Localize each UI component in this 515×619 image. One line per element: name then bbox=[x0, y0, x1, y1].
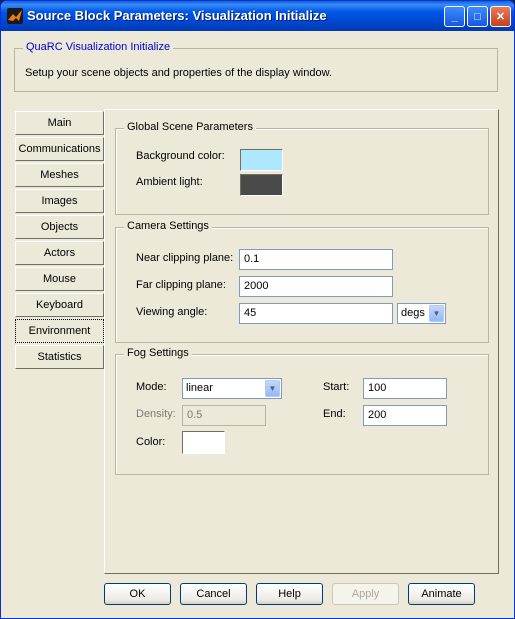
close-button[interactable]: ✕ bbox=[490, 6, 511, 27]
maximize-button[interactable]: □ bbox=[467, 6, 488, 27]
fog-density-label: Density: bbox=[136, 408, 176, 420]
fog-color-label: Color: bbox=[136, 436, 166, 448]
title-bar[interactable]: Source Block Parameters: Visualization I… bbox=[1, 1, 514, 31]
maximize-icon: □ bbox=[474, 10, 481, 23]
fog-end-label: End: bbox=[323, 408, 346, 420]
close-icon: ✕ bbox=[495, 11, 506, 23]
camera-settings-title: Camera Settings bbox=[124, 220, 212, 232]
fog-mode-label: Mode: bbox=[136, 381, 167, 393]
tab-mouse[interactable]: Mouse bbox=[15, 267, 104, 291]
dialog-window: Source Block Parameters: Visualization I… bbox=[0, 0, 515, 619]
fog-settings-title: Fog Settings bbox=[124, 347, 192, 359]
fog-start-label: Start: bbox=[323, 381, 350, 393]
chevron-down-icon: ▼ bbox=[429, 305, 444, 322]
tab-actors[interactable]: Actors bbox=[15, 241, 104, 265]
tab-environment[interactable]: Environment bbox=[15, 319, 104, 343]
fog-mode-value: linear bbox=[186, 382, 213, 394]
chevron-down-icon: ▼ bbox=[265, 380, 280, 397]
cancel-button[interactable]: Cancel bbox=[180, 583, 247, 605]
far-clipping-label: Far clipping plane: bbox=[136, 279, 226, 291]
tab-main[interactable]: Main bbox=[15, 111, 104, 135]
fog-mode-select[interactable]: linear ▼ bbox=[182, 378, 282, 399]
fog-density-input: 0.5 bbox=[182, 405, 266, 426]
apply-button: Apply bbox=[332, 583, 399, 605]
background-color-label: Background color: bbox=[136, 150, 225, 162]
header-description: Setup your scene objects and properties … bbox=[25, 67, 332, 79]
background-color-swatch[interactable] bbox=[240, 149, 283, 171]
fog-end-input[interactable]: 200 bbox=[363, 405, 447, 426]
window-title: Source Block Parameters: Visualization I… bbox=[27, 8, 327, 23]
angle-unit-select[interactable]: degs ▼ bbox=[397, 303, 446, 324]
ambient-light-swatch[interactable] bbox=[240, 174, 283, 196]
fog-start-input[interactable]: 100 bbox=[363, 378, 447, 399]
far-clipping-input[interactable]: 2000 bbox=[239, 276, 393, 297]
help-button[interactable]: Help bbox=[256, 583, 323, 605]
global-scene-group bbox=[115, 128, 489, 215]
fog-color-swatch[interactable] bbox=[182, 431, 225, 454]
tab-keyboard[interactable]: Keyboard bbox=[15, 293, 104, 317]
ok-button[interactable]: OK bbox=[104, 583, 171, 605]
tab-meshes[interactable]: Meshes bbox=[15, 163, 104, 187]
tab-objects[interactable]: Objects bbox=[15, 215, 104, 239]
viewing-angle-input[interactable]: 45 bbox=[239, 303, 393, 324]
minimize-button[interactable]: _ bbox=[444, 6, 465, 27]
matlab-icon bbox=[7, 8, 23, 24]
tab-communications[interactable]: Communications bbox=[15, 137, 104, 161]
viewing-angle-label: Viewing angle: bbox=[136, 306, 208, 318]
near-clipping-label: Near clipping plane: bbox=[136, 252, 234, 264]
header-legend: QuaRC Visualization Initialize bbox=[23, 41, 174, 53]
near-clipping-input[interactable]: 0.1 bbox=[239, 249, 393, 270]
angle-unit-value: degs bbox=[401, 307, 425, 319]
tab-statistics[interactable]: Statistics bbox=[15, 345, 104, 369]
minimize-icon: _ bbox=[451, 10, 458, 23]
global-scene-title: Global Scene Parameters bbox=[124, 121, 256, 133]
tab-images[interactable]: Images bbox=[15, 189, 104, 213]
ambient-light-label: Ambient light: bbox=[136, 176, 203, 188]
animate-button[interactable]: Animate bbox=[408, 583, 475, 605]
